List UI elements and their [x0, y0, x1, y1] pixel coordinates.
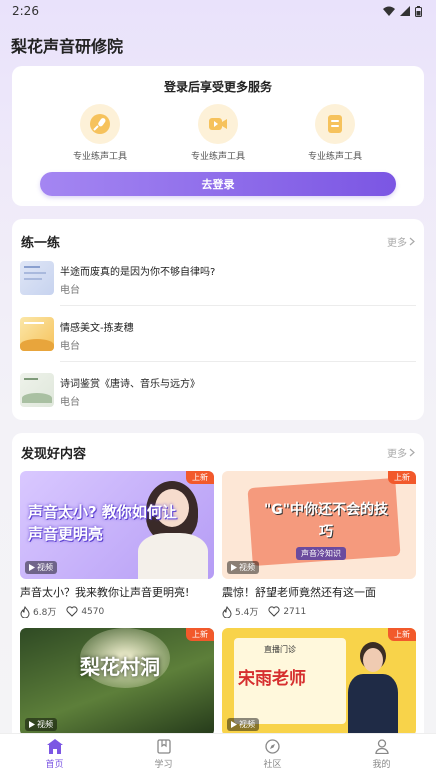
comments-stat: 4570: [66, 606, 104, 617]
play-icon: [29, 721, 35, 728]
flame-icon: [222, 605, 232, 618]
bottom-nav: 首页 学习 社区 我的: [0, 733, 436, 775]
practice-thumbnail: [20, 317, 54, 351]
video-tag: 视频: [227, 718, 259, 731]
discover-card: 发现好内容 更多 声音太小? 教你如何让声音更明亮 上新 视频 声音太小？我来教…: [12, 433, 424, 736]
app-title: 梨花声音研修院: [11, 37, 124, 56]
heart-icon: [268, 606, 280, 617]
practice-title: 练一练: [21, 236, 61, 251]
practice-thumbnail: [20, 373, 54, 407]
user-icon: [374, 739, 389, 754]
nav-item-community[interactable]: 社区: [218, 734, 327, 775]
tool-item-2[interactable]: 专业练声工具: [163, 104, 273, 162]
practice-item-tag: 电台: [60, 285, 80, 296]
nav-label: 首页: [45, 760, 64, 770]
video-thumbnail: "G"中你还不会的技巧 声音冷知识 上新 视频: [222, 471, 416, 579]
list-item[interactable]: 诗词鉴赏《唐诗、音乐与远方》 电台: [20, 373, 416, 417]
status-bar: 2:26: [0, 0, 436, 22]
play-icon: [29, 564, 35, 571]
discover-more-link[interactable]: 更多: [387, 445, 415, 460]
tool-item-3[interactable]: 专业练声工具: [280, 104, 390, 162]
status-icons: [383, 5, 422, 17]
thumbnail-caption: 声音太小? 教你如何让声音更明亮: [28, 503, 177, 543]
discover-title: 发现好内容: [21, 447, 87, 462]
video-tag: 视频: [25, 561, 57, 574]
nav-label: 我的: [372, 760, 391, 770]
video-thumbnail: 声音太小? 教你如何让声音更明亮 上新 视频: [20, 471, 214, 579]
thumbnail-caption: 梨花村洞: [80, 655, 160, 679]
video-camera-icon: [209, 118, 227, 130]
video-title: 震惊！舒望老师竟然还有这一面: [222, 586, 376, 599]
login-button[interactable]: 去登录: [40, 172, 396, 196]
new-badge: 上新: [388, 628, 416, 641]
practice-thumbnail: [20, 261, 54, 295]
thumbnail-subcaption: 直播门诊: [264, 645, 296, 654]
new-badge: 上新: [186, 471, 214, 484]
video-thumbnail: 梨花村洞 上新 视频: [20, 628, 214, 736]
wifi-icon: [383, 6, 395, 16]
practice-item-title: 半途而废真的是因为你不够自律吗?: [60, 267, 216, 278]
practice-item-title: 诗词鉴赏《唐诗、音乐与远方》: [60, 379, 200, 390]
signal-icon: [400, 6, 410, 16]
practice-item-tag: 电台: [60, 341, 80, 352]
flame-icon: [20, 605, 30, 618]
practice-card: 练一练 更多 半途而废真的是因为你不够自律吗? 电台 情感美文-拣麦穗 电台 诗…: [12, 219, 424, 420]
practice-item-title: 情感美文-拣麦穗: [60, 323, 134, 334]
divider: [60, 361, 416, 362]
likes-stat: 5.4万: [222, 605, 258, 618]
tool-label: 专业练声工具: [72, 152, 127, 162]
play-icon: [231, 564, 237, 571]
tool-label: 专业练声工具: [307, 152, 362, 162]
video-card[interactable]: 声音太小? 教你如何让声音更明亮 上新 视频 声音太小？我来教你让声音更明亮! …: [20, 471, 214, 618]
compass-icon: [265, 739, 280, 754]
more-label: 更多: [387, 238, 407, 249]
more-label: 更多: [387, 449, 407, 460]
play-icon: [231, 721, 237, 728]
nav-label: 社区: [263, 760, 282, 770]
video-card[interactable]: 直播门诊 宋雨老师 上新 视频: [222, 628, 416, 736]
new-badge: 上新: [388, 471, 416, 484]
comments-stat: 2711: [268, 606, 306, 617]
bookmark-icon: [156, 739, 171, 754]
video-card[interactable]: 梨花村洞 上新 视频: [20, 628, 214, 736]
video-card[interactable]: "G"中你还不会的技巧 声音冷知识 上新 视频 震惊！舒望老师竟然还有这一面 5…: [222, 471, 416, 618]
chevron-right-icon: [409, 448, 415, 457]
battery-icon: [415, 5, 422, 17]
thumbnail-subcaption: 声音冷知识: [296, 547, 346, 560]
nav-item-profile[interactable]: 我的: [327, 734, 436, 775]
nav-item-study[interactable]: 学习: [109, 734, 218, 775]
divider: [60, 305, 416, 306]
tool-item-1[interactable]: 专业练声工具: [45, 104, 155, 162]
home-icon: [46, 739, 63, 754]
chevron-right-icon: [409, 237, 415, 246]
video-thumbnail: 直播门诊 宋雨老师 上新 视频: [222, 628, 416, 736]
thumbnail-caption: "G"中你还不会的技巧: [263, 502, 389, 540]
video-stats: 6.8万 4570: [20, 605, 214, 618]
video-tag: 视频: [227, 561, 259, 574]
nav-label: 学习: [154, 760, 173, 770]
microphone-icon: [90, 114, 110, 134]
new-badge: 上新: [186, 628, 214, 641]
thumbnail-caption: 宋雨老师: [238, 669, 306, 689]
document-icon: [328, 115, 342, 133]
video-title: 声音太小？我来教你让声音更明亮!: [20, 586, 190, 599]
video-tag: 视频: [25, 718, 57, 731]
list-item[interactable]: 半途而废真的是因为你不够自律吗? 电台: [20, 261, 416, 305]
heart-icon: [66, 606, 78, 617]
likes-stat: 6.8万: [20, 605, 56, 618]
list-item[interactable]: 情感美文-拣麦穗 电台: [20, 317, 416, 361]
tool-label: 专业练声工具: [190, 152, 245, 162]
login-prompt: 登录后享受更多服务: [163, 80, 272, 94]
practice-more-link[interactable]: 更多: [387, 234, 415, 249]
nav-item-home[interactable]: 首页: [0, 734, 109, 775]
practice-item-tag: 电台: [60, 397, 80, 408]
status-time: 2:26: [12, 4, 39, 18]
login-card: 登录后享受更多服务 专业练声工具 专业练声工具 专业练声工具 去登录: [12, 66, 424, 206]
video-stats: 5.4万 2711: [222, 605, 416, 618]
